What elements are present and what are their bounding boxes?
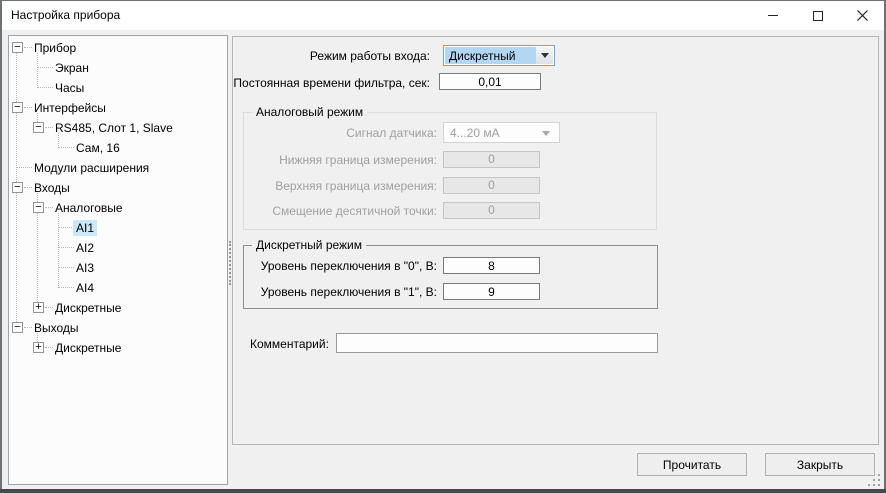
tree-item-screen[interactable]: Экран — [9, 58, 227, 78]
window-border — [0, 489, 886, 493]
level0-input[interactable] — [443, 257, 540, 274]
tree-item-outputs[interactable]: −Выходы — [9, 318, 227, 338]
tree-item-label[interactable]: Интерфейсы — [31, 100, 109, 116]
level1-input[interactable] — [443, 283, 540, 300]
tree-item-label[interactable]: Модули расширения — [31, 160, 152, 176]
tree-connector — [59, 267, 74, 268]
window-title: Настройка прибора — [11, 8, 120, 22]
sensor-signal-combobox: 4...20 мА — [443, 122, 560, 143]
tree-item-label[interactable]: Сам, 16 — [73, 140, 123, 156]
lower-limit-field: 0 — [443, 151, 540, 168]
tree-item-discrete-inputs[interactable]: + Дискретные — [9, 298, 227, 318]
filter-time-label: Постоянная времени фильтра, сек: — [233, 76, 430, 90]
input-mode-combobox[interactable]: Дискретный — [443, 45, 555, 66]
tree-item-device[interactable]: −Прибор — [9, 38, 227, 58]
tree-item-label[interactable]: Аналоговые — [52, 200, 126, 216]
splitter-grip-icon — [229, 241, 231, 285]
level0-label: Уровень переключения в "0", В: — [261, 259, 437, 273]
lower-limit-label: Нижняя граница измерения: — [279, 153, 437, 167]
tree-item-label[interactable]: Часы — [52, 80, 87, 96]
decimal-offset-field: 0 — [443, 202, 540, 219]
level1-label: Уровень переключения в "1", В: — [261, 285, 437, 299]
upper-limit-field: 0 — [443, 177, 540, 194]
input-mode-selected-value: Дискретный — [445, 47, 536, 64]
tree-item-discrete-outputs[interactable]: + Дискретные — [9, 338, 227, 358]
comment-label: Комментарий: — [250, 337, 329, 351]
tree-item-expansion-modules[interactable]: Модули расширения — [9, 158, 227, 178]
titlebar: Настройка прибора — [0, 0, 886, 30]
chevron-down-icon — [541, 53, 549, 58]
expand-icon[interactable]: + — [33, 342, 44, 353]
tree-item-label[interactable]: Выходы — [31, 320, 82, 336]
collapse-icon[interactable]: − — [33, 202, 44, 213]
maximize-icon — [813, 11, 823, 21]
tree-item-analog-inputs[interactable]: −Аналоговые — [9, 198, 227, 218]
expand-icon[interactable]: + — [33, 302, 44, 313]
decimal-offset-label: Смещение десятичной точки: — [272, 204, 437, 218]
comment-input[interactable] — [336, 333, 658, 353]
tree-item-label[interactable]: Дискретные — [52, 300, 124, 316]
tree-item-label[interactable]: AI4 — [73, 280, 97, 296]
tree-connector — [59, 227, 74, 228]
close-dialog-button[interactable]: Закрыть — [765, 453, 875, 476]
sensor-signal-label: Сигнал датчика: — [346, 126, 437, 140]
collapse-icon[interactable]: − — [12, 322, 23, 333]
maximize-button[interactable] — [795, 1, 840, 30]
tree-item-label[interactable]: Экран — [52, 60, 92, 76]
upper-limit-label: Верхняя граница измерения: — [275, 179, 437, 193]
close-icon — [857, 10, 868, 21]
tree-connector — [59, 287, 74, 288]
combobox-dropdown-button[interactable] — [536, 47, 553, 64]
filter-time-input[interactable] — [439, 73, 541, 90]
tree-connector — [17, 167, 32, 168]
tree-item-label[interactable]: Прибор — [31, 40, 79, 56]
resize-grip-icon[interactable] — [868, 474, 882, 488]
tree-item-ai1[interactable]: AI1 — [9, 218, 227, 238]
collapse-icon[interactable]: − — [12, 182, 23, 193]
tree-connector — [38, 67, 53, 68]
analog-mode-group-title: Аналоговый режим — [252, 105, 367, 119]
tree-item-label[interactable]: AI1 — [73, 220, 97, 236]
collapse-icon[interactable]: − — [12, 42, 23, 53]
tree-item-ai3[interactable]: AI3 — [9, 258, 227, 278]
window-border — [0, 0, 2, 493]
collapse-icon[interactable]: − — [12, 102, 23, 113]
tree-item-sam-16[interactable]: Сам, 16 — [9, 138, 227, 158]
discrete-mode-group-title: Дискретный режим — [252, 238, 366, 252]
tree-item-label[interactable]: RS485, Слот 1, Slave — [52, 120, 176, 136]
tree-item-interfaces[interactable]: −Интерфейсы — [9, 98, 227, 118]
tree-connector — [59, 247, 74, 248]
tree-connector — [59, 147, 74, 148]
device-tree: −ПриборЭкранЧасы−Интерфейсы−RS485, Слот … — [8, 35, 228, 485]
tree-item-label[interactable]: Входы — [31, 180, 73, 196]
tree-item-inputs[interactable]: −Входы — [9, 178, 227, 198]
input-mode-label: Режим работы входа: — [310, 49, 430, 63]
tree-item-label[interactable]: AI3 — [73, 260, 97, 276]
minimize-button[interactable] — [750, 1, 795, 30]
sensor-signal-value: 4...20 мА — [450, 126, 500, 140]
chevron-down-icon — [542, 131, 550, 136]
tree-item-label[interactable]: AI2 — [73, 240, 97, 256]
collapse-icon[interactable]: − — [33, 122, 44, 133]
tree-item-label[interactable]: Дискретные — [52, 340, 124, 356]
tree-connector — [38, 87, 53, 88]
minimize-icon — [768, 15, 778, 16]
read-button[interactable]: Прочитать — [637, 453, 747, 476]
tree-item-ai2[interactable]: AI2 — [9, 238, 227, 258]
tree-item-ai4[interactable]: AI4 — [9, 278, 227, 298]
tree-item-rs485-slot1-slave[interactable]: −RS485, Слот 1, Slave — [9, 118, 227, 138]
tree-item-clock[interactable]: Часы — [9, 78, 227, 98]
close-button[interactable] — [840, 1, 885, 30]
device-settings-window: Настройка прибора −ПриборЭкранЧасы−Интер… — [0, 0, 886, 493]
